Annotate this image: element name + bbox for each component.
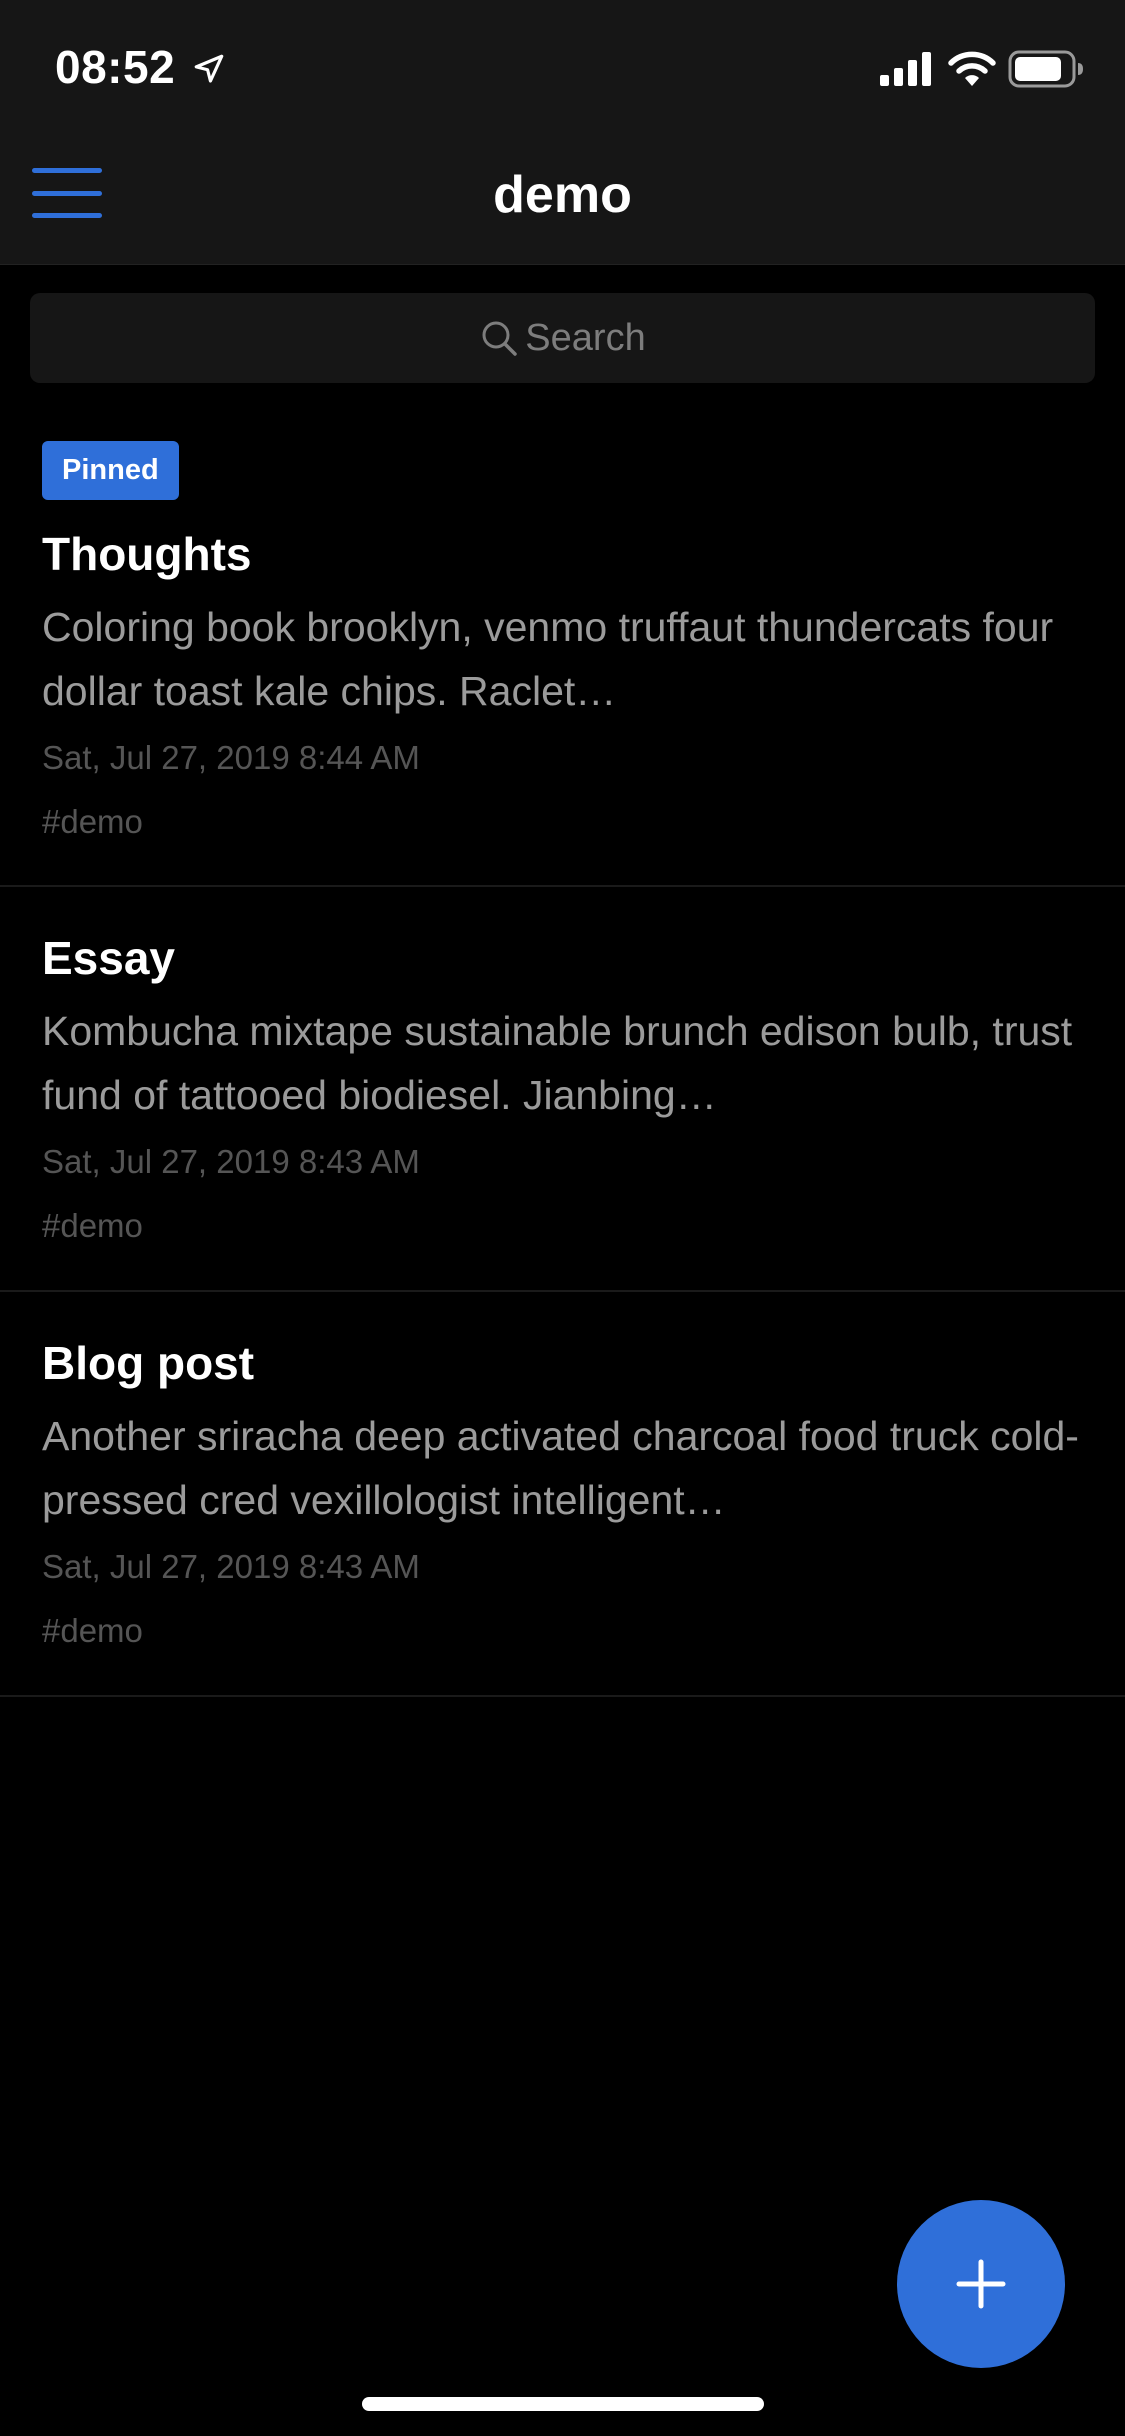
search-icon xyxy=(482,321,518,356)
plus-icon xyxy=(956,2259,1006,2309)
page-title: demo xyxy=(493,166,632,224)
pinned-badge: Pinned xyxy=(42,441,179,500)
note-title: Essay xyxy=(42,932,176,984)
note-tag[interactable]: #demo xyxy=(42,1207,143,1245)
location-arrow-icon xyxy=(194,54,224,83)
search-placeholder: Search xyxy=(525,316,646,359)
note-title: Blog post xyxy=(42,1337,255,1389)
status-time: 08:52 xyxy=(55,41,176,93)
note-list-item[interactable]: Essay Kombucha mixtape sustainable brunc… xyxy=(0,887,1125,1292)
home-indicator[interactable] xyxy=(362,2397,764,2411)
note-list-item[interactable]: Blog post Another sriracha deep activate… xyxy=(0,1292,1125,1697)
note-preview: Kombucha mixtape sustainable brunch edis… xyxy=(42,1008,1073,1118)
note-list-item[interactable]: Pinned Thoughts Coloring book brooklyn, … xyxy=(0,441,1125,887)
note-date: Sat, Jul 27, 2019 8:43 AM xyxy=(42,1548,420,1585)
top-bar: 08:52 demo xyxy=(0,0,1125,265)
note-title: Thoughts xyxy=(42,528,252,580)
search-input[interactable]: Search xyxy=(30,293,1095,383)
battery-icon xyxy=(1008,50,1083,88)
note-preview: Another sriracha deep activated charcoal… xyxy=(42,1413,1079,1523)
cellular-signal-icon xyxy=(880,52,931,86)
app-screen: 08:52 demo Search Pinned Thoughts Colori… xyxy=(0,0,1125,2436)
wifi-icon xyxy=(948,51,996,86)
note-date: Sat, Jul 27, 2019 8:43 AM xyxy=(42,1143,420,1180)
note-tag[interactable]: #demo xyxy=(42,1612,143,1650)
new-note-button[interactable] xyxy=(897,2200,1065,2368)
note-tag[interactable]: #demo xyxy=(42,803,143,841)
note-date: Sat, Jul 27, 2019 8:44 AM xyxy=(42,739,420,776)
note-preview: Coloring book brooklyn, venmo truffaut t… xyxy=(42,604,1054,714)
